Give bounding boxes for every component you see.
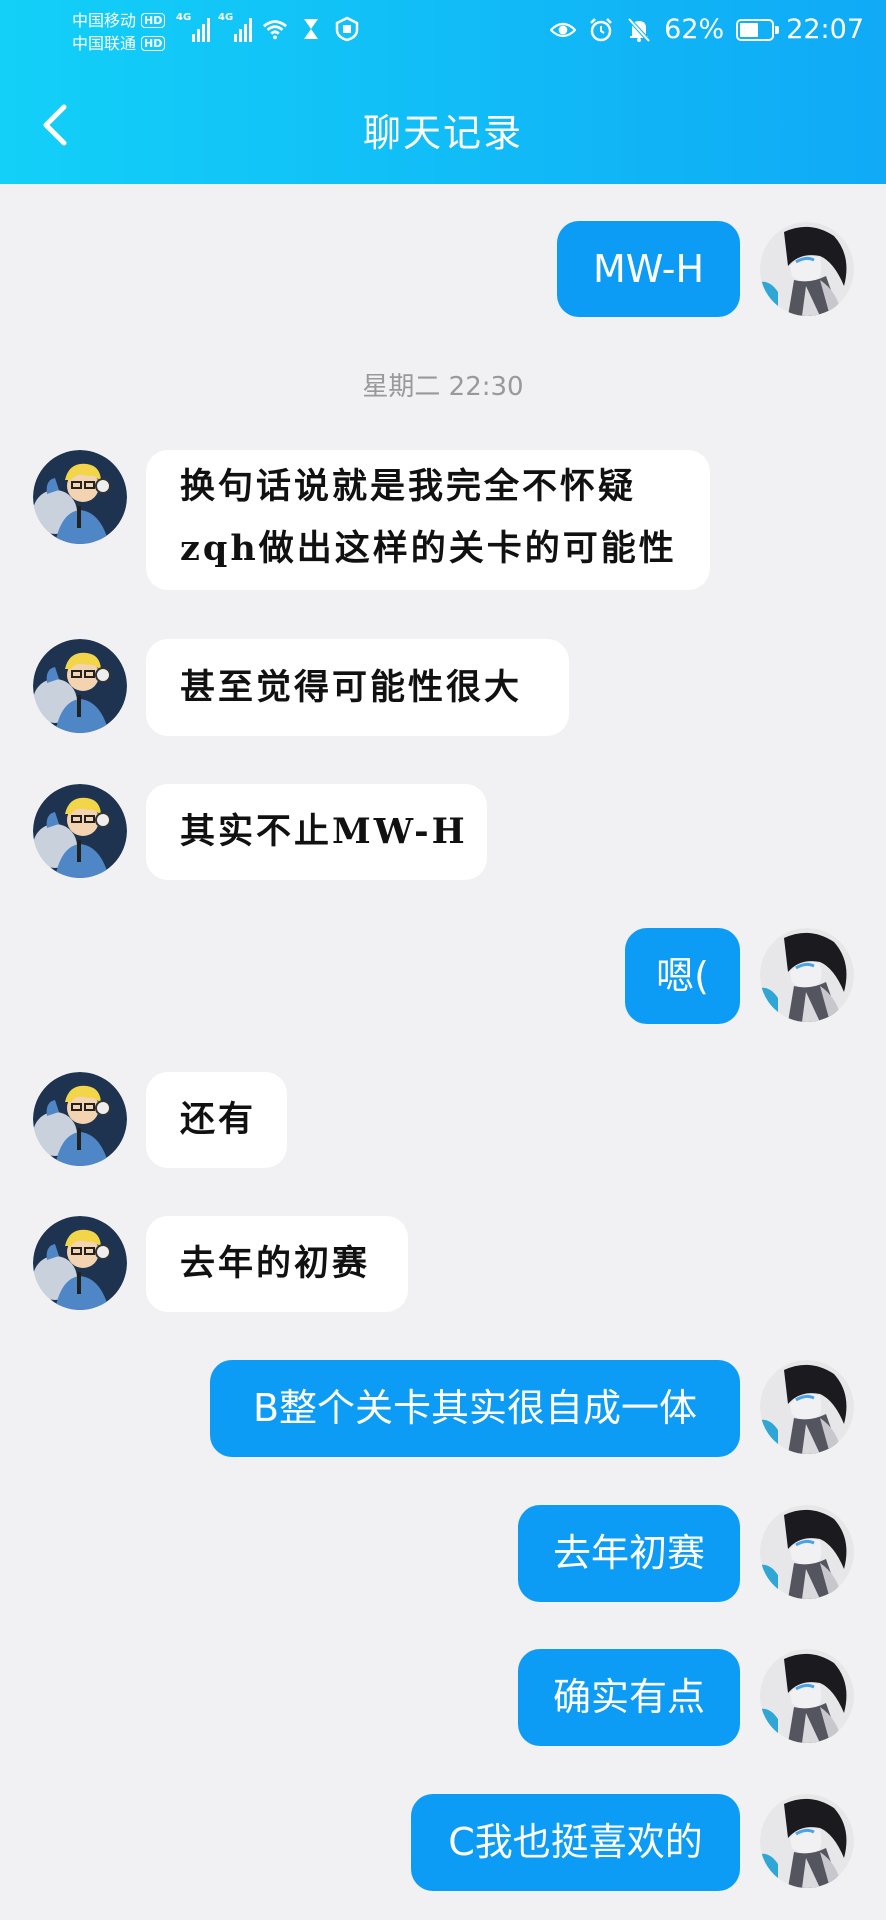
message-text: B整个关卡其实很自成一体 [252,1386,698,1430]
status-bar: 中国移动 HD 中国联通 HD 4G 4G 62% 22:07 [0,0,886,66]
message-text: MW-H [592,247,705,291]
message-bubble[interactable]: 甚至觉得可能性很大 [146,639,569,736]
message-bubble[interactable]: 嗯( [625,928,740,1024]
message-text-line-1: 换句话说就是我完全不怀疑 [180,466,637,507]
hourglass-icon [298,16,324,42]
wifi-icon [262,16,288,42]
bell-muted-icon [626,17,652,43]
contact-avatar[interactable] [33,639,127,733]
message-text: 嗯( [656,954,709,998]
chat-timestamp: 星期二 22:30 [362,372,524,402]
battery-icon [736,18,780,41]
carrier-info: 中国移动 HD 中国联通 HD [72,9,166,55]
signal-group: 4G 4G [176,12,360,42]
signal-1-icon: 4G [176,12,210,42]
message-bubble[interactable]: 去年的初赛 [146,1216,408,1312]
message-text: 甚至觉得可能性很大 [180,667,523,708]
status-right: 62% 22:07 [550,14,864,45]
message-bubble[interactable]: B整个关卡其实很自成一体 [210,1360,740,1457]
alarm-icon [588,17,614,43]
nav-bar: 聊天记录 [0,66,886,184]
message-bubble[interactable]: 换句话说就是我完全不怀疑 zqh做出这样的关卡的可能性 [146,450,710,590]
message-bubble[interactable]: 去年初赛 [518,1505,740,1602]
contact-avatar[interactable] [33,1216,127,1310]
message-text-line-2: zqh做出这样的关卡的可能性 [180,528,677,569]
hd-badge-2: HD [141,36,166,51]
message-bubble[interactable]: 其实不止MW-H [146,784,487,880]
self-avatar[interactable] [760,222,854,316]
message-text: 确实有点 [552,1675,705,1719]
self-avatar[interactable] [760,1649,854,1743]
contact-avatar[interactable] [33,1072,127,1166]
eye-icon [550,17,577,43]
message-text: 去年初赛 [552,1531,705,1575]
self-avatar[interactable] [760,1360,854,1454]
message-text: 去年的初赛 [180,1243,371,1284]
page-title: 聊天记录 [362,111,523,155]
self-avatar[interactable] [760,1794,854,1888]
shield-hand-icon [334,16,360,42]
carrier-2-label: 中国联通 [72,34,137,53]
message-text: C我也挺喜欢的 [448,1820,703,1864]
message-text: 其实不止MW-H [180,811,468,852]
self-avatar[interactable] [760,1505,854,1599]
contact-avatar[interactable] [33,450,127,544]
message-bubble[interactable]: 确实有点 [518,1649,740,1746]
app-header: 中国移动 HD 中国联通 HD 4G 4G 62% 22:07 聊天记录 [0,0,886,184]
signal-2-icon: 4G [218,12,252,42]
self-avatar[interactable] [760,928,854,1022]
hd-badge-1: HD [141,13,166,28]
message-bubble[interactable]: C我也挺喜欢的 [411,1794,740,1891]
contact-avatar[interactable] [33,784,127,878]
message-text: 还有 [180,1099,257,1140]
battery-percent: 62% [664,14,725,45]
clock: 22:07 [786,14,864,45]
carrier-1-label: 中国移动 [72,11,137,30]
message-bubble[interactable]: 还有 [146,1072,287,1168]
message-bubble[interactable]: MW-H [557,221,740,317]
